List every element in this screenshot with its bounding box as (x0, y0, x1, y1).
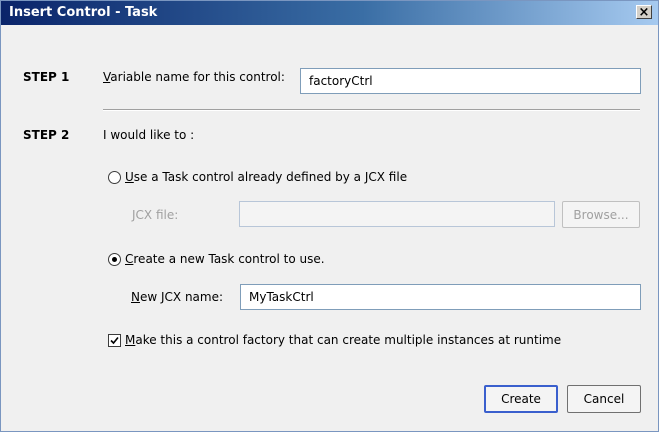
variable-name-label-text: ariable name for this control: (110, 70, 285, 84)
window-title: Insert Control - Task (9, 5, 158, 20)
insert-control-dialog: Insert Control - Task × STEP 1 Variable … (0, 0, 659, 432)
variable-name-value: factoryCtrl (309, 74, 373, 88)
browse-button[interactable]: Browse... (562, 201, 640, 228)
new-jcx-name-value: MyTaskCtrl (249, 290, 314, 304)
variable-name-input[interactable]: factoryCtrl (300, 68, 641, 94)
create-new-label-text: reate a new Task control to use. (133, 252, 325, 266)
step-divider (103, 109, 640, 111)
create-new-label[interactable]: Create a new Task control to use. (125, 252, 325, 266)
jcx-file-input[interactable] (239, 201, 555, 227)
close-icon: × (638, 5, 650, 20)
new-jcx-name-input[interactable]: MyTaskCtrl (240, 284, 641, 310)
new-jcx-name-label-text: ew JCX name: (139, 290, 224, 304)
use-existing-mnemonic: U (125, 170, 134, 184)
step-2-label: STEP 2 (23, 128, 70, 142)
control-factory-label[interactable]: Make this a control factory that can cre… (125, 333, 561, 347)
jcx-file-label: JCX file: (132, 208, 179, 222)
control-factory-label-text: ake this a control factory that can crea… (135, 333, 562, 347)
close-button[interactable]: × (636, 5, 652, 19)
new-jcx-name-label: New JCX name: (131, 290, 223, 304)
radio-selected-icon (112, 257, 117, 262)
variable-name-label: Variable name for this control: (103, 70, 285, 84)
create-new-radio[interactable] (108, 253, 121, 266)
control-factory-mnemonic: M (125, 333, 136, 347)
use-existing-label[interactable]: Use a Task control already defined by a … (125, 170, 407, 184)
step-1-label: STEP 1 (23, 70, 70, 84)
control-factory-checkbox[interactable] (108, 334, 121, 347)
step-2-prompt: I would like to : (103, 128, 195, 142)
create-button[interactable]: Create (484, 385, 558, 413)
use-existing-label-text: se a Task control already defined by a J… (133, 170, 408, 184)
title-bar[interactable]: Insert Control - Task × (1, 1, 658, 25)
use-existing-radio[interactable] (108, 171, 121, 184)
cancel-button[interactable]: Cancel (567, 385, 641, 413)
checkmark-icon (110, 336, 119, 345)
new-jcx-name-mnemonic: N (131, 290, 140, 304)
